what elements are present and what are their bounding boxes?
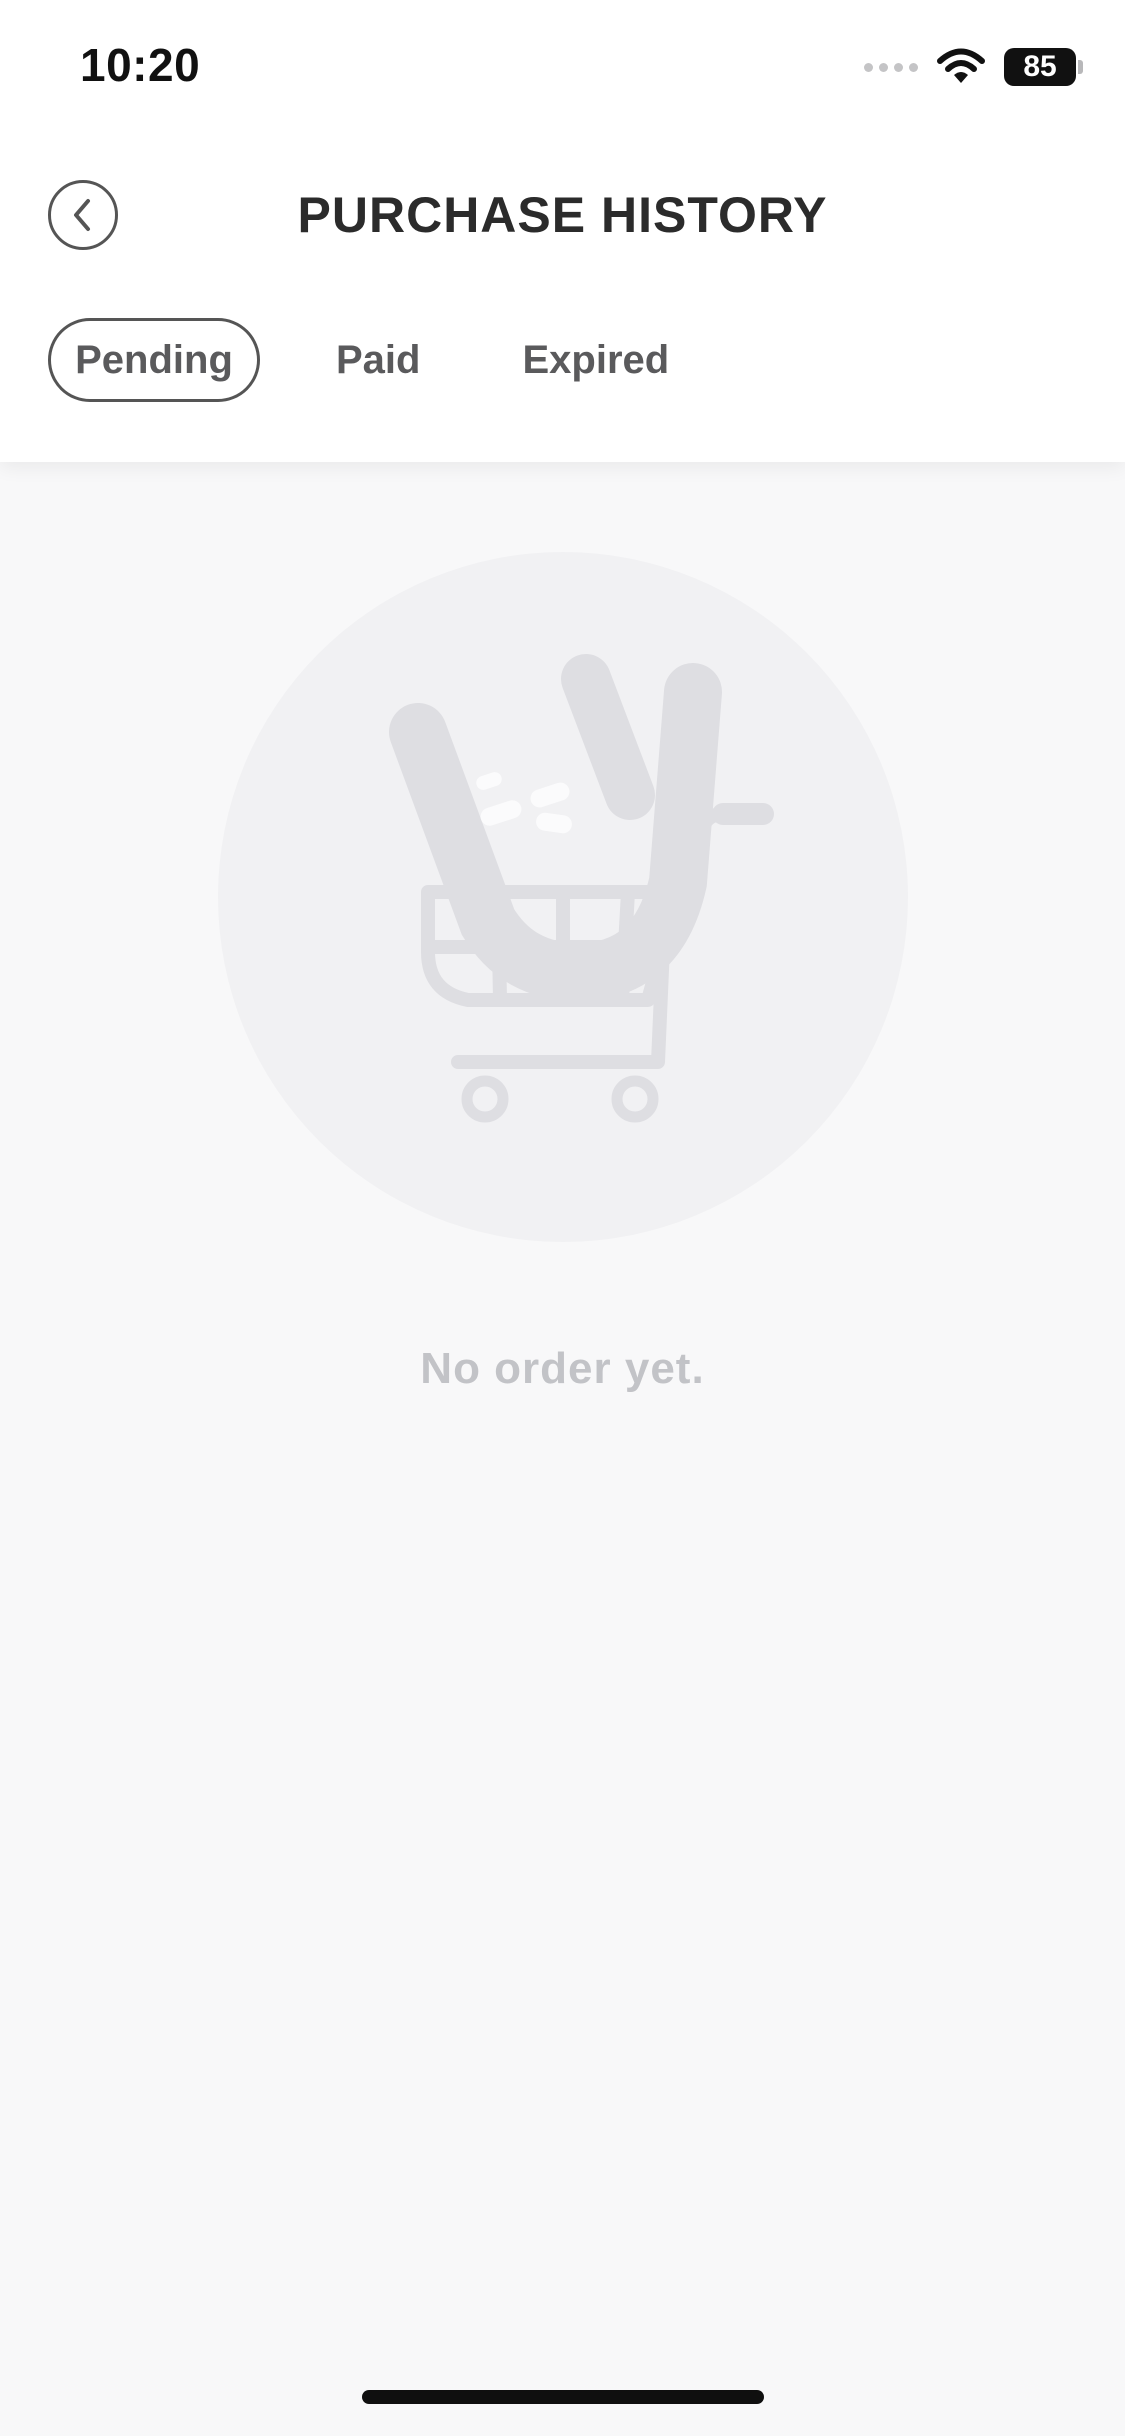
shopping-cart-icon bbox=[218, 552, 908, 1242]
battery-level: 85 bbox=[1023, 50, 1057, 83]
tab-expired[interactable]: Expired bbox=[522, 318, 669, 402]
status-indicators: 85 bbox=[864, 48, 1083, 86]
battery-icon: 85 bbox=[1004, 48, 1076, 86]
screen: 10:20 85 PURCHASE HISTORY Pending Paid E… bbox=[0, 0, 1125, 2436]
wifi-icon bbox=[937, 48, 985, 83]
home-indicator[interactable] bbox=[362, 2390, 764, 2404]
empty-state-message: No order yet. bbox=[420, 1344, 705, 1393]
status-time: 10:20 bbox=[80, 39, 201, 91]
cellular-signal-icon bbox=[864, 62, 918, 72]
order-status-tabs: Pending Paid Expired bbox=[48, 318, 669, 402]
battery-tip bbox=[1078, 60, 1083, 74]
header-panel: 10:20 85 PURCHASE HISTORY Pending Paid E… bbox=[0, 0, 1125, 462]
page-title: PURCHASE HISTORY bbox=[297, 187, 828, 243]
tab-pending[interactable]: Pending bbox=[48, 318, 260, 402]
tab-paid[interactable]: Paid bbox=[336, 318, 420, 402]
